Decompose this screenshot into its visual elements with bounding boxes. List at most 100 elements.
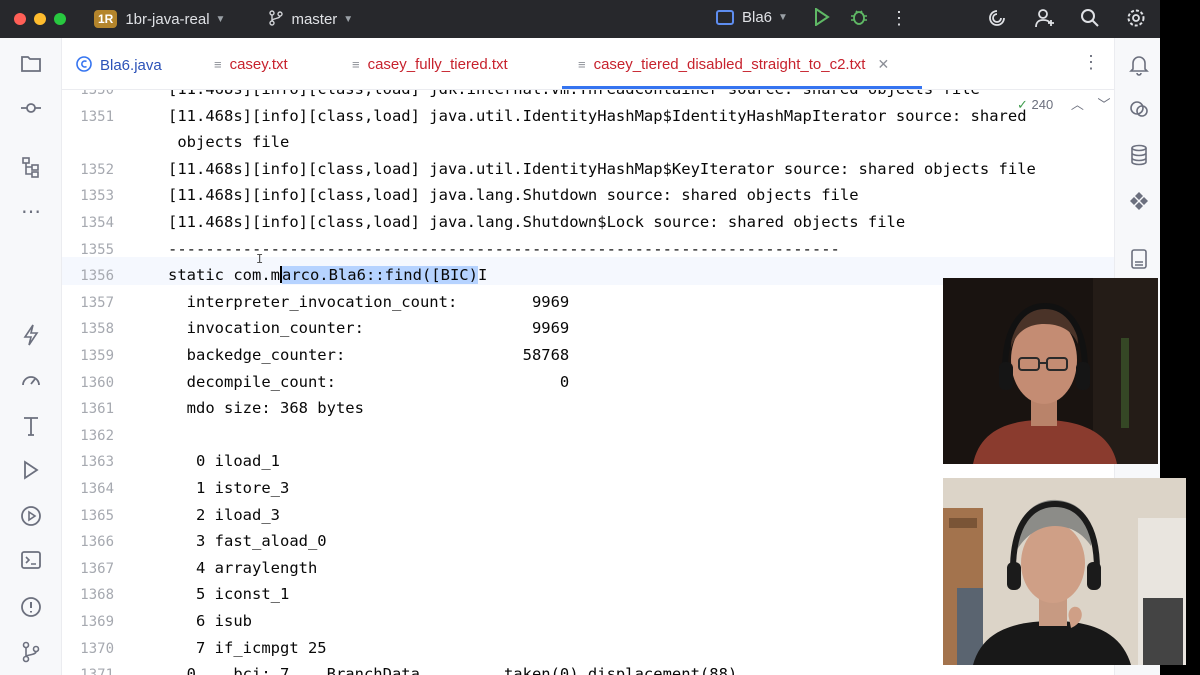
more-icon[interactable]: ⋮ (1082, 52, 1100, 73)
spring-icon[interactable] (19, 324, 43, 348)
close-window-button[interactable] (14, 13, 26, 25)
search-icon[interactable] (1078, 8, 1102, 33)
line-number[interactable]: 1361 (62, 401, 114, 417)
commit-icon[interactable] (19, 98, 43, 122)
zoom-window-button[interactable] (54, 13, 66, 25)
code-text: I (477, 266, 488, 285)
code-line[interactable]: static com.m arco.Bla6::find([BIC)I (168, 266, 488, 285)
tab-casey-tiered-disabled-straight-to-c2-txt[interactable]: ≡ casey_tiered_disabled_straight_to_c2.t… (578, 56, 889, 73)
code-line[interactable]: [11.468s][info][class,load] jdk.internal… (168, 90, 980, 98)
line-number[interactable]: 1364 (62, 481, 114, 497)
notifications-icon[interactable] (1127, 54, 1151, 78)
terminal-icon[interactable] (19, 550, 43, 574)
line-number[interactable]: 1352 (62, 162, 114, 178)
run-window-icon[interactable] (19, 460, 43, 484)
line-number[interactable]: 1370 (62, 641, 114, 657)
line-number[interactable]: 1356 (62, 268, 114, 284)
code-line[interactable]: objects file (168, 133, 289, 151)
ai-chat-icon[interactable] (1127, 99, 1151, 123)
more-tools-icon[interactable]: ⋯ (19, 200, 43, 224)
project-selector[interactable]: 1R 1br-java-real ▼ (94, 10, 225, 28)
code-line[interactable]: interpreter_invocation_count: 9969 (168, 293, 570, 311)
text-file-icon: ≡ (214, 57, 222, 72)
code-line[interactable]: decompile_count: 0 (168, 373, 570, 391)
line-number[interactable]: 1368 (62, 587, 114, 603)
code-line[interactable]: backedge_counter: 58768 (168, 346, 570, 364)
profiler-icon[interactable] (19, 369, 43, 393)
webcam-feed-bottom (943, 478, 1186, 665)
problems-icon[interactable] (19, 596, 43, 620)
line-number[interactable]: 1371 (62, 667, 114, 675)
line-number[interactable]: 1367 (62, 561, 114, 577)
tab-label: casey_fully_tiered.txt (367, 56, 508, 73)
code-text: static com.m (168, 266, 280, 285)
device-icon[interactable] (1127, 248, 1151, 272)
line-number[interactable]: 1355 (62, 242, 114, 258)
structure-icon[interactable] (19, 156, 43, 180)
line-number[interactable]: 1360 (62, 375, 114, 391)
code-line[interactable]: [11.468s][info][class,load] java.util.Id… (168, 107, 1027, 125)
line-number[interactable]: 1363 (62, 454, 114, 470)
git-branch-icon (269, 9, 284, 29)
code-line[interactable]: 7 if_icmpgt 25 (168, 639, 327, 657)
line-number[interactable]: 1362 (62, 428, 114, 444)
add-user-icon[interactable] (1033, 8, 1057, 33)
line-number[interactable]: 1353 (62, 188, 114, 204)
debug-icon[interactable] (847, 8, 871, 31)
run-config-selector[interactable]: Bla6 ▼ (716, 9, 788, 26)
more-icon[interactable]: ⋮ (887, 8, 911, 29)
line-number[interactable]: 1350 (62, 90, 114, 98)
run-icon[interactable] (810, 7, 834, 31)
ai-assistant-icon[interactable] (985, 8, 1009, 33)
code-line[interactable]: 4 arraylength (168, 559, 317, 577)
code-line[interactable]: [11.468s][info][class,load] java.lang.Sh… (168, 186, 859, 204)
mouse-cursor-icon: I (256, 252, 264, 266)
line-number[interactable]: 1366 (62, 534, 114, 550)
line-number[interactable]: 1357 (62, 295, 114, 311)
branch-selector[interactable]: master ▼ (225, 9, 353, 29)
code-line[interactable]: 5 iconst_1 (168, 585, 289, 603)
tab-bla6-java[interactable]: Bla6.java (76, 56, 162, 75)
tab-label: casey.txt (229, 56, 288, 73)
git-icon[interactable] (19, 641, 43, 665)
line-number[interactable]: 1365 (62, 508, 114, 524)
code-line[interactable]: 3 fast_aload_0 (168, 532, 327, 550)
code-line[interactable]: 2 iload_3 (168, 506, 280, 524)
code-line[interactable]: 0 bci: 7 BranchData taken(0) displacemen… (168, 665, 738, 675)
line-number[interactable]: 1359 (62, 348, 114, 364)
close-icon[interactable]: ✕ (877, 56, 889, 73)
folder-icon[interactable] (19, 54, 43, 78)
inspection-widget[interactable]: ✓ 240 ︿ ﹀ (1017, 94, 1111, 113)
tab-casey-fully-tiered-txt[interactable]: ≡ casey_fully_tiered.txt (352, 56, 508, 73)
chevron-down-icon[interactable]: ﹀ (1098, 97, 1111, 112)
code-line[interactable]: 1 istore_3 (168, 479, 289, 497)
code-line[interactable]: [11.468s][info][class,load] java.util.Id… (168, 160, 1036, 178)
run-config-name: Bla6 (742, 9, 773, 26)
code-line[interactable]: 0 iload_1 (168, 452, 280, 470)
title-bar: 1R 1br-java-real ▼ master ▼ Bla6 ▼ ⋮ (0, 0, 1160, 38)
plugin-icon[interactable] (1127, 190, 1151, 214)
window-controls (14, 13, 66, 25)
code-line[interactable]: invocation_counter: 9969 (168, 319, 570, 337)
code-line[interactable]: mdo size: 368 bytes (168, 399, 364, 417)
code-line[interactable]: ----------------------------------------… (168, 240, 840, 258)
chevron-up-icon[interactable]: ︿ (1071, 97, 1084, 112)
tab-casey-txt[interactable]: ≡ casey.txt (214, 56, 288, 73)
chevron-down-icon: ▼ (778, 12, 788, 23)
minimize-window-button[interactable] (34, 13, 46, 25)
editor-tabs: Bla6.java ≡ casey.txt ≡ casey_fully_tier… (62, 38, 1114, 90)
settings-icon[interactable] (1124, 8, 1148, 33)
code-line[interactable]: 6 isub (168, 612, 252, 630)
code-line[interactable]: [11.468s][info][class,load] java.lang.Sh… (168, 213, 905, 231)
line-number[interactable]: 1354 (62, 215, 114, 231)
text-icon[interactable] (19, 415, 43, 439)
line-number[interactable]: 1351 (62, 109, 114, 125)
line-number[interactable]: 1369 (62, 614, 114, 630)
project-name: 1br-java-real (125, 10, 210, 28)
database-icon[interactable] (1127, 144, 1151, 168)
text-file-icon: ≡ (578, 57, 586, 72)
tab-label: Bla6.java (100, 57, 162, 74)
selected-text: arco.Bla6::find([BIC) (281, 266, 478, 285)
services-icon[interactable] (19, 505, 43, 529)
line-number[interactable]: 1358 (62, 321, 114, 337)
